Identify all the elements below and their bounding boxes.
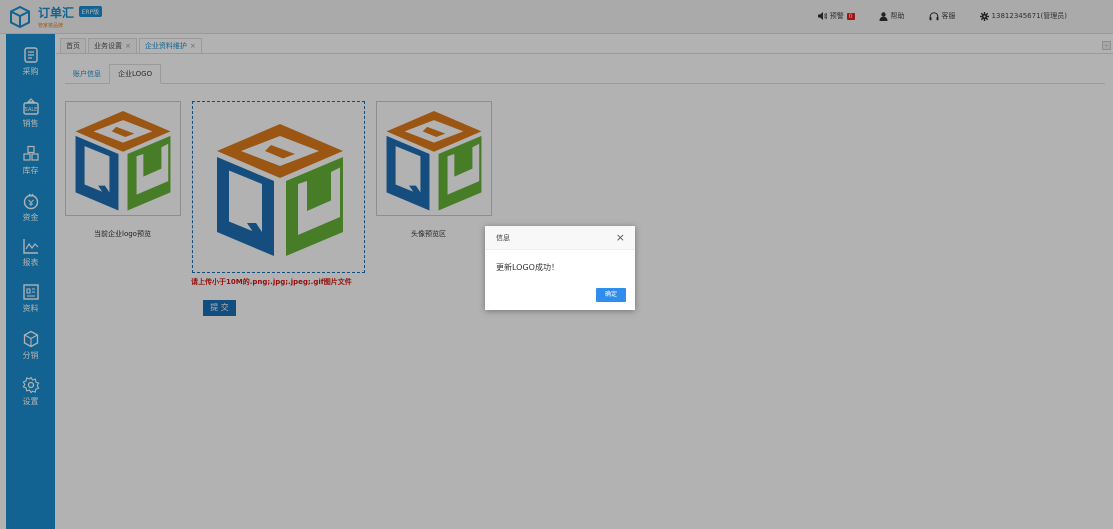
confirm-button[interactable]: 确定 [596,288,626,302]
dialog-message: 更新LOGO成功！ [496,263,559,272]
dialog-title: 信息 [496,234,510,242]
close-icon[interactable]: × [616,226,625,250]
dialog-header: 信息 × [485,226,635,250]
info-dialog: 信息 × 更新LOGO成功！ 确定 [485,226,635,310]
